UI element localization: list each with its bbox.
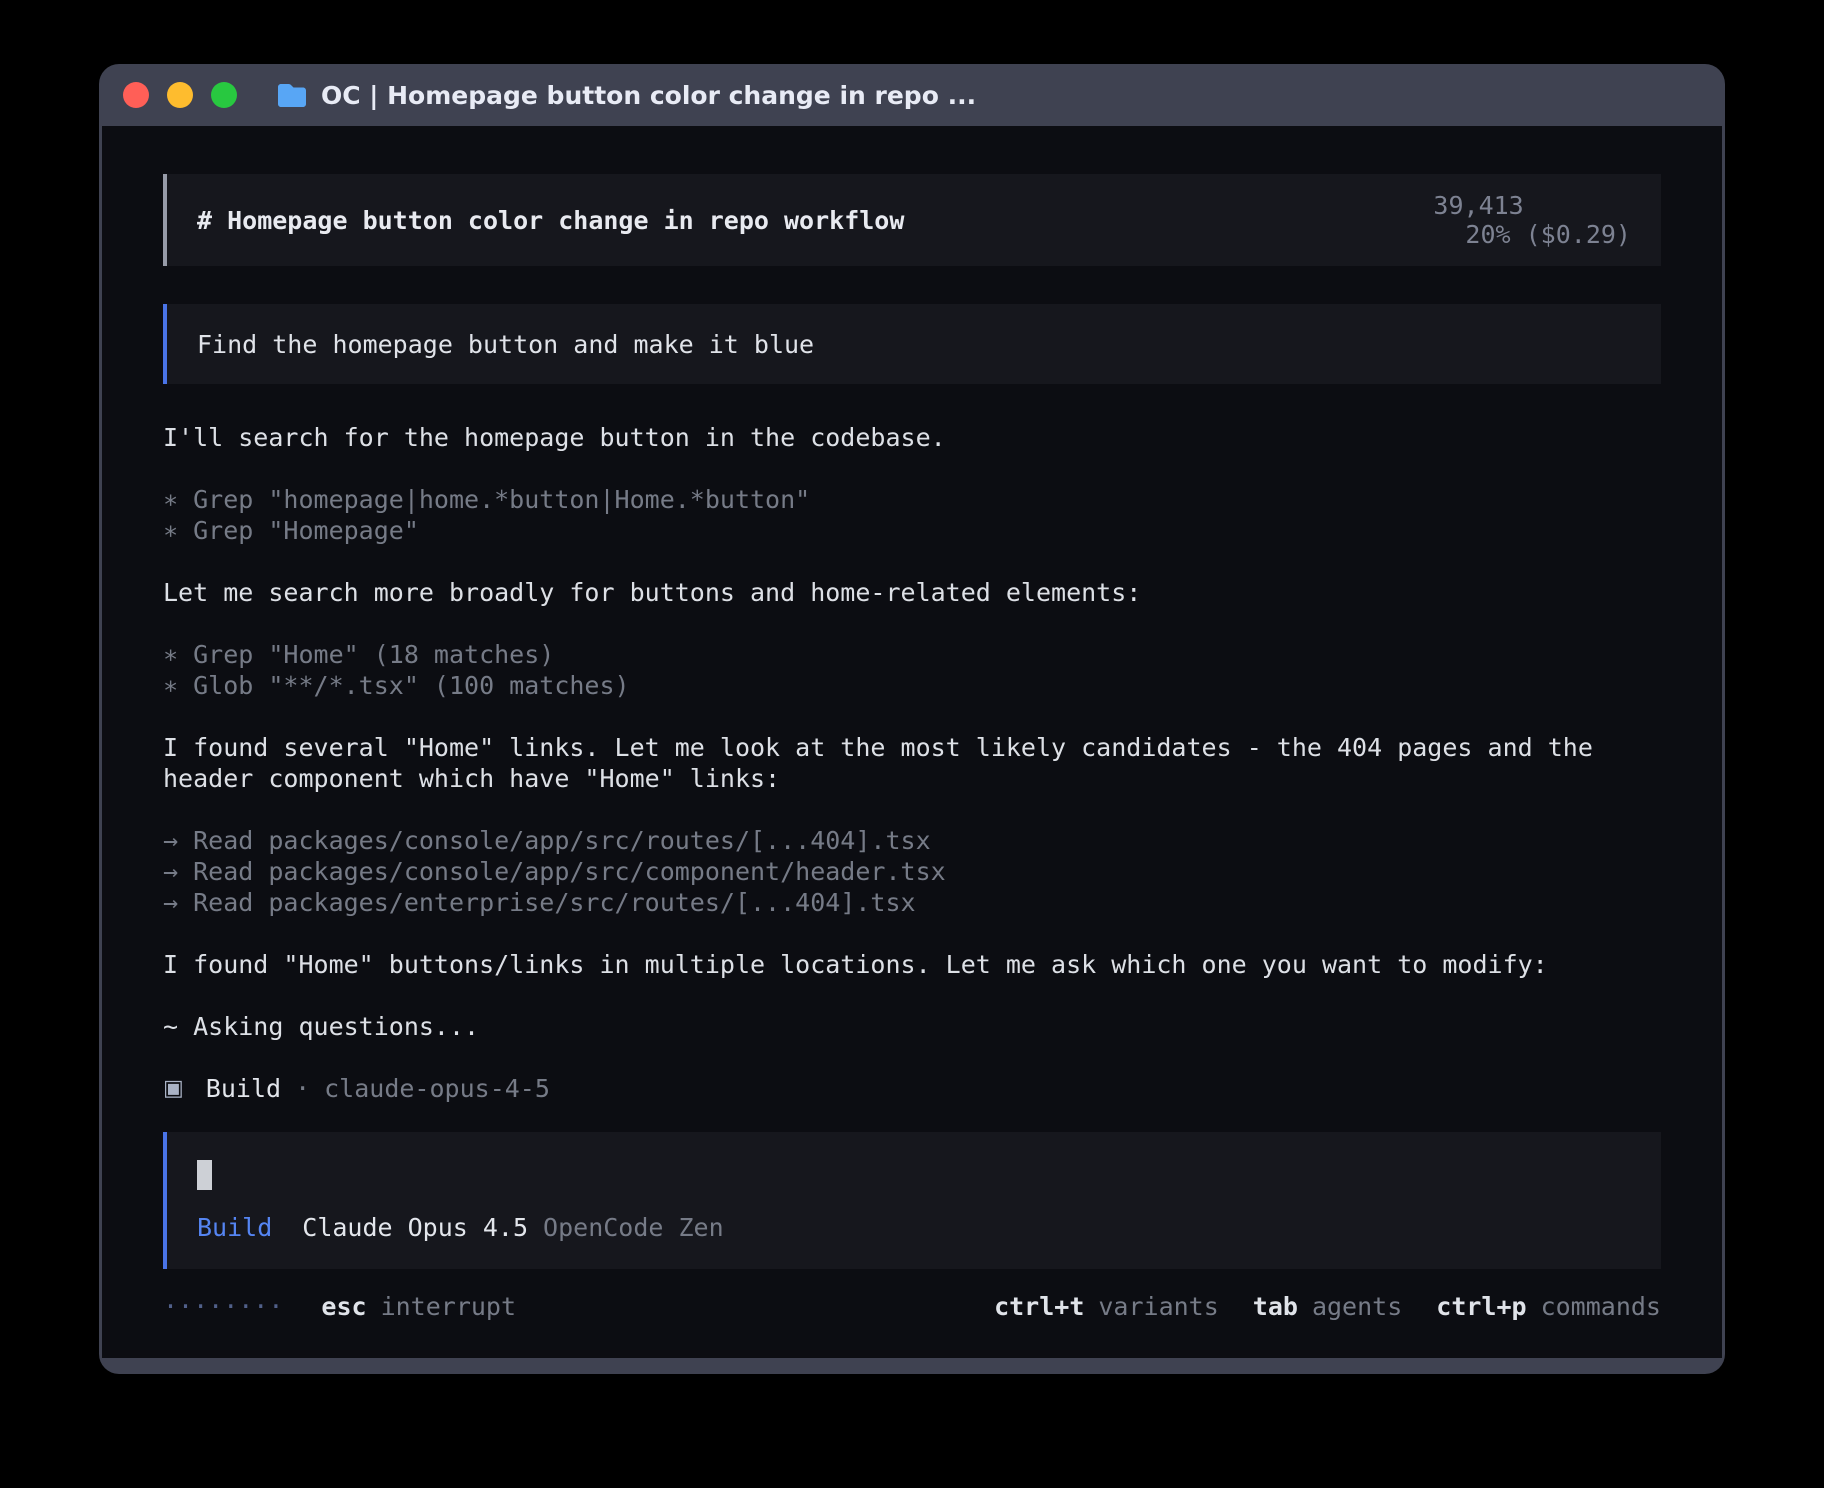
agent-name: Build [206,1073,281,1104]
assistant-text-line: I found several "Home" links. Let me loo… [163,732,1661,763]
titlebar[interactable]: OC | Homepage button color change in rep… [99,64,1725,126]
shortcut-variants: ctrl+t variants [994,1291,1219,1322]
status-bar: ········ esc interrupt ctrl+t variants t… [163,1291,1661,1322]
tool-call-line: ∗ Grep "Home" (18 matches) [163,639,1661,670]
tool-call-line: ∗ Grep "homepage|home.*button|Home.*butt… [163,484,1661,515]
user-message: Find the homepage button and make it blu… [163,304,1661,384]
folder-icon [277,83,307,108]
model-status-line: Build Claude Opus 4.5 OpenCode Zen [197,1212,1631,1243]
shortcut-label: agents [1312,1291,1402,1322]
status-message: ~ Asking questions... [163,1011,1661,1042]
agent-status-row: ▣ Build · claude-opus-4-5 [163,1073,1661,1104]
session-title: # Homepage button color change in repo w… [197,206,904,235]
zoom-button[interactable] [211,82,237,108]
shortcut-key: ctrl+t [994,1291,1084,1322]
assistant-text-line: header component which have "Home" links… [163,763,1661,794]
prompt-input[interactable]: Build Claude Opus 4.5 OpenCode Zen [163,1132,1661,1269]
close-button[interactable] [123,82,149,108]
tool-call-line: ∗ Grep "Homepage" [163,515,1661,546]
tool-call-line: → Read packages/console/app/src/componen… [163,856,1661,887]
assistant-text-line: I'll search for the homepage button in t… [163,422,1661,453]
assistant-text-line: Let me search more broadly for buttons a… [163,577,1661,608]
agent-model: claude-opus-4-5 [324,1073,550,1104]
shortcut-label: interrupt [381,1291,516,1322]
session-header: # Homepage button color change in repo w… [163,174,1661,266]
assistant-message: I found several "Home" links. Let me loo… [163,732,1661,794]
terminal-content: # Homepage button color change in repo w… [102,126,1722,1358]
spinner-dots-icon: ········ [163,1291,283,1322]
conversation: I'll search for the homepage button in t… [163,422,1661,1104]
shortcut-agents: tab agents [1253,1291,1402,1322]
tool-call-group: → Read packages/console/app/src/routes/[… [163,825,1661,918]
assistant-message: I'll search for the homepage button in t… [163,422,1661,453]
terminal-window: OC | Homepage button color change in rep… [99,64,1725,1374]
minimize-button[interactable] [167,82,193,108]
session-stats: 39,413 20% ($0.29) [1283,162,1631,278]
provider-label: OpenCode Zen [543,1212,724,1243]
shortcut-label: commands [1541,1291,1661,1322]
status-bar-right: ctrl+t variants tab agents ctrl+p comman… [994,1291,1661,1322]
traffic-lights [123,82,237,108]
assistant-message: Let me search more broadly for buttons a… [163,577,1661,608]
user-message-text: Find the homepage button and make it blu… [197,330,814,359]
token-count: 39,413 [1433,191,1523,220]
content-column: # Homepage button color change in repo w… [163,174,1661,1322]
shortcut-commands: ctrl+p commands [1436,1291,1661,1322]
shortcut-key: ctrl+p [1436,1291,1526,1322]
tool-call-line: → Read packages/console/app/src/routes/[… [163,825,1661,856]
shortcut-key: esc [321,1291,366,1322]
shortcut-interrupt: esc interrupt [321,1291,516,1322]
context-cost: 20% ($0.29) [1465,220,1631,249]
status-line: ~ Asking questions... [163,1011,1661,1042]
window-title: OC | Homepage button color change in rep… [321,81,976,110]
separator-dot: · [295,1073,310,1104]
status-bar-left: ········ esc interrupt [163,1291,516,1322]
tool-call-group: ∗ Grep "Home" (18 matches) ∗ Glob "**/*.… [163,639,1661,701]
text-cursor [197,1160,212,1190]
tool-call-group: ∗ Grep "homepage|home.*button|Home.*butt… [163,484,1661,546]
agent-icon: ▣ [163,1073,184,1104]
tool-call-line: ∗ Glob "**/*.tsx" (100 matches) [163,670,1661,701]
shortcut-key: tab [1253,1291,1298,1322]
mode-label: Build [197,1212,272,1243]
shortcut-label: variants [1098,1291,1218,1322]
tool-call-line: → Read packages/enterprise/src/routes/[.… [163,887,1661,918]
window-title-group: OC | Homepage button color change in rep… [277,81,976,110]
assistant-message: I found "Home" buttons/links in multiple… [163,949,1661,980]
assistant-text-line: I found "Home" buttons/links in multiple… [163,949,1661,980]
model-label: Claude Opus 4.5 [302,1212,528,1243]
